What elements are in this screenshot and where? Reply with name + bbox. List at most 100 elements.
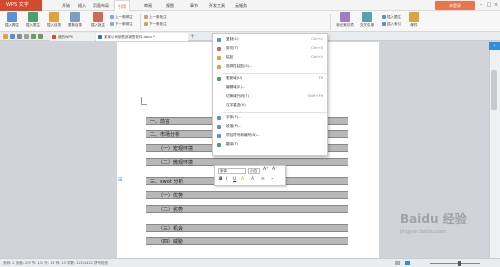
tab-my-wps[interactable]: 我的WPS (50, 33, 95, 41)
mail-button[interactable]: 邮件 (404, 12, 424, 28)
insert-index-button[interactable]: 插入索引 (382, 22, 401, 27)
update-field-icon (217, 76, 221, 81)
page-view-icon[interactable] (405, 261, 410, 265)
context-menu-label: 汉字重选(V) (226, 103, 246, 107)
side-panel-icon[interactable]: › (489, 42, 500, 50)
bold-button[interactable]: B (219, 177, 222, 182)
context-menu-shortcut: Shift+F9 (307, 94, 323, 98)
list-icon[interactable]: ≡ (261, 177, 265, 182)
arrow-down-icon (110, 22, 114, 26)
app-name: WPS 文字 (6, 2, 29, 8)
zoom-thumb[interactable] (458, 261, 461, 266)
mini-format-toolbar: 宋体 小四 A⁺ A⁻ B I U A A ≡ ⌁ (214, 165, 286, 186)
highlight-button[interactable]: A (241, 177, 244, 182)
open-icon[interactable] (3, 34, 8, 39)
paragraph-icon (217, 124, 221, 129)
document-heading[interactable]: （二）劣势 (146, 205, 348, 213)
tab-document[interactable]: 某某公司销售部销售软件.docx * (96, 33, 188, 41)
font-icon (217, 115, 221, 120)
paragraph-marker-icon[interactable]: ⊞ (118, 177, 124, 183)
underline-button[interactable]: U (233, 177, 236, 182)
menu-view[interactable]: 视图 (162, 0, 178, 11)
mark-index-button[interactable]: 标记索引项 (334, 12, 356, 28)
menu-reference[interactable]: 引用 (114, 0, 130, 11)
cross-reference-button[interactable]: 交叉引用 (357, 12, 377, 28)
copy-icon (217, 37, 221, 42)
arrow-up-icon (144, 15, 148, 19)
context-menu-bullets-numbering[interactable]: 项目符号和编号(N)... (213, 132, 329, 139)
menu-developer[interactable]: 开发工具 (206, 0, 228, 11)
format-painter-icon[interactable]: ⌁ (271, 177, 274, 182)
context-menu-copy[interactable]: 复制(C) Ctrl+C (213, 36, 329, 43)
save-icon[interactable] (10, 34, 15, 39)
refresh-icon (70, 12, 80, 22)
preview-icon[interactable] (24, 34, 29, 39)
undo-icon[interactable] (31, 34, 36, 39)
menu-start[interactable]: 开始 (58, 0, 74, 11)
menu-separator (223, 112, 327, 113)
menu-layout[interactable]: 页面布局 (90, 0, 112, 11)
context-menu-toggle-field-codes[interactable]: 切换域代码(T) Shift+F9 (213, 93, 329, 100)
context-menu-edit-field[interactable]: 编辑域(E)... (213, 84, 329, 91)
document-heading[interactable]: （四）威胁 (146, 237, 348, 245)
font-select[interactable]: 宋体 (218, 168, 246, 174)
prev-comment-button[interactable]: 上一条批注 (144, 15, 167, 20)
context-menu-label: 切换域代码(T) (226, 94, 249, 98)
prev-footnote-button[interactable]: 上一条脚注 (110, 15, 133, 20)
menu-review[interactable]: 审阅 (140, 0, 156, 11)
context-menu-label: 剪切(T) (226, 46, 239, 50)
insert-caption-button[interactable]: 插入题注 (382, 15, 401, 20)
document-heading[interactable]: （三）机会 (146, 224, 348, 232)
redo-icon[interactable] (38, 34, 43, 39)
ribbon-divider (140, 14, 141, 30)
context-menu-paragraph[interactable]: 段落(P)... (213, 123, 329, 130)
context-menu-paste-special[interactable]: 选择性粘贴(S)... (213, 63, 329, 70)
app-menu-button[interactable]: WPS 文字 (0, 0, 42, 11)
context-menu-font[interactable]: 字体(F)... (213, 114, 329, 121)
login-button[interactable]: 未登录 (435, 1, 475, 10)
menu-chapter[interactable]: 章节 (186, 0, 202, 11)
paste-special-icon (217, 64, 221, 69)
print-icon[interactable] (17, 34, 22, 39)
scroll-thumb[interactable] (491, 70, 497, 110)
next-footnote-button[interactable]: 下一条脚注 (110, 22, 133, 27)
insert-comment-button[interactable]: 插入批注 (88, 12, 108, 28)
shrink-font-icon[interactable]: A⁻ (272, 167, 277, 172)
insert-toc-button[interactable]: 插入目录 (44, 12, 64, 28)
menu-insert[interactable]: 插入 (74, 0, 90, 11)
view-mode-icon[interactable] (395, 261, 400, 265)
new-tab-icon[interactable]: + (190, 33, 195, 40)
context-menu-label: 段落(P)... (226, 124, 242, 128)
translate-icon (217, 142, 221, 147)
baidu-jingyan-watermark: Baidu 经验 jingyan.baidu.com (400, 212, 467, 235)
context-menu-cut[interactable]: 剪切(T) Ctrl+X (213, 45, 329, 52)
insert-endnote-button[interactable]: 插入尾注 (23, 12, 43, 28)
caption-icon (382, 15, 386, 19)
font-size-select[interactable]: 小四 (248, 168, 260, 174)
link-icon (362, 12, 372, 22)
context-menu-shortcut: F9 (318, 76, 323, 80)
menu-cloud[interactable]: 云服务 (232, 0, 250, 11)
context-menu-translate[interactable]: 翻译(T) (213, 141, 329, 148)
context-menu-label: 更新域(U) (226, 76, 243, 80)
close-icon[interactable]: × (492, 1, 500, 10)
mail-icon (409, 12, 419, 22)
context-menu-reconvert[interactable]: 汉字重选(V) (213, 102, 329, 109)
word-doc-icon (98, 35, 102, 39)
minimize-icon[interactable]: – (477, 1, 485, 10)
footnote-icon (7, 12, 17, 22)
context-menu-label: 项目符号和编号(N)... (226, 133, 261, 137)
italic-button[interactable]: I (226, 177, 227, 182)
zoom-slider[interactable] (430, 263, 480, 264)
insert-footnote-button[interactable]: 插入脚注 (2, 12, 22, 28)
grow-font-icon[interactable]: A⁺ (263, 167, 268, 172)
context-menu-label: 翻译(T) (226, 142, 239, 146)
index-icon (340, 12, 350, 22)
toc-icon (49, 12, 59, 22)
context-menu-paste[interactable]: 粘贴 Ctrl+V (213, 54, 329, 61)
context-menu-update-field[interactable]: 更新域(U) F9 (213, 75, 329, 82)
document-heading[interactable]: （一）优势 (146, 191, 348, 199)
font-color-button[interactable]: A (251, 177, 254, 182)
update-toc-button[interactable]: 更新目录 (65, 12, 85, 28)
next-comment-button[interactable]: 下一条批注 (144, 22, 167, 27)
